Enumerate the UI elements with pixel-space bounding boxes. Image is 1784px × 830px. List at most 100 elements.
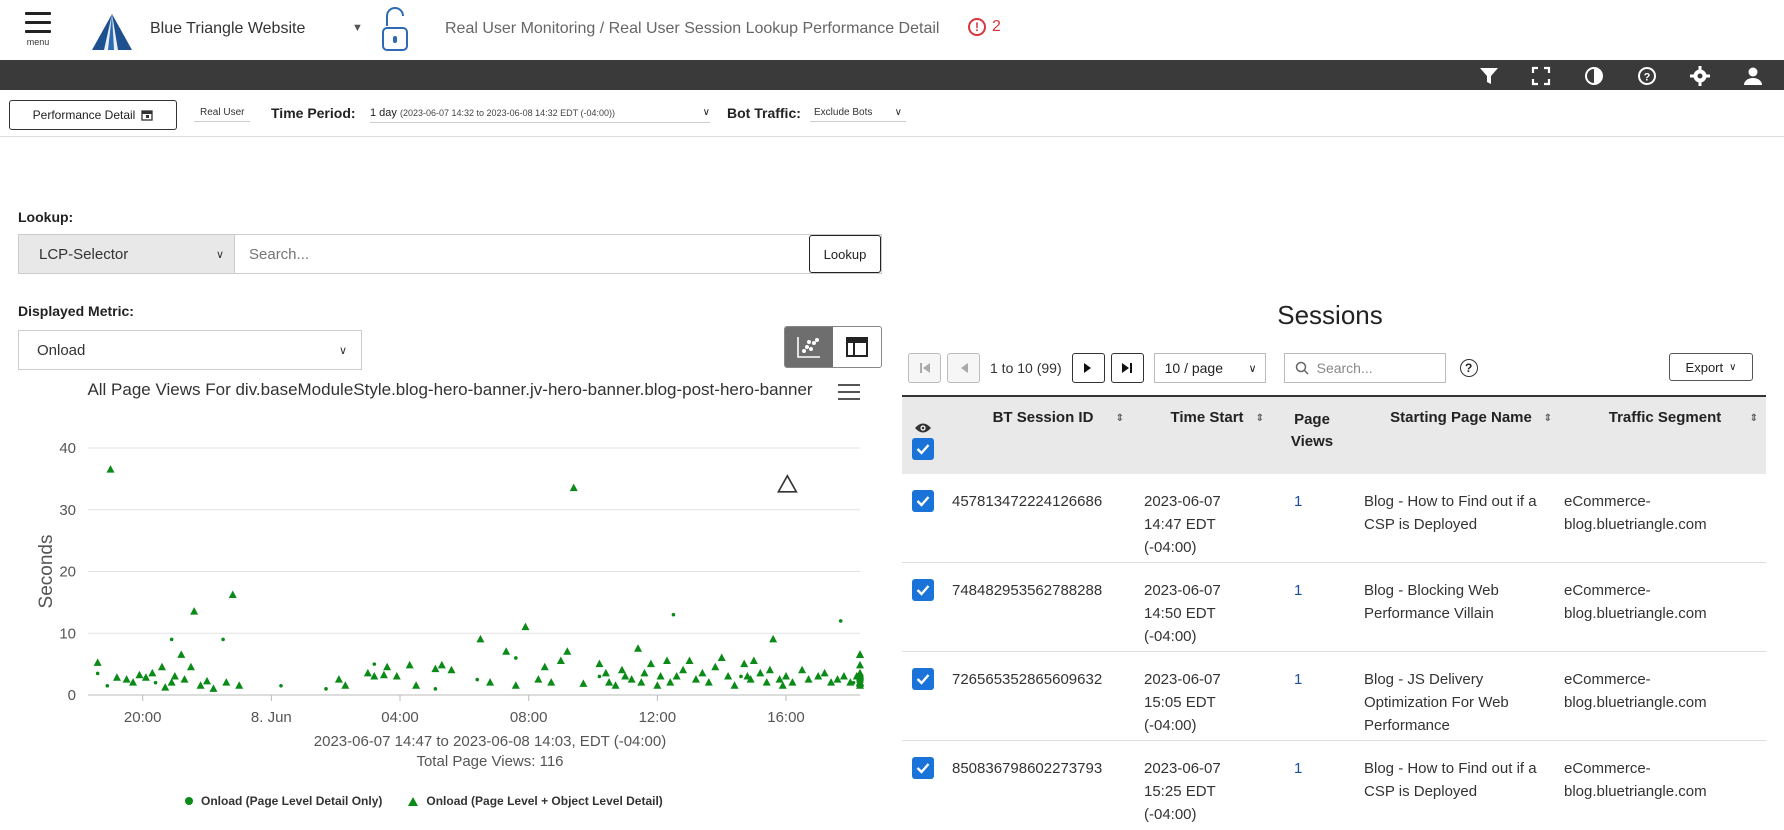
user-icon[interactable] <box>1742 65 1764 87</box>
lookup-type-select[interactable]: LCP-Selector ∨ <box>19 235 235 273</box>
data-point-triangle <box>653 681 662 689</box>
legend-label: Onload (Page Level Detail Only) <box>201 794 383 808</box>
session-id[interactable]: 457813472224126686 <box>944 474 1134 562</box>
data-point-circle <box>372 662 377 666</box>
data-point-triangle <box>663 656 671 665</box>
filter-icon[interactable] <box>1478 65 1500 87</box>
contrast-icon[interactable] <box>1583 65 1605 87</box>
column-header-starting-page[interactable]: Starting Page Name ⇕ <box>1348 397 1558 474</box>
data-point-triangle <box>196 681 205 689</box>
lookup-button[interactable]: Lookup <box>809 235 881 273</box>
sessions-search-input[interactable]: Search... <box>1283 353 1446 383</box>
eye-icon[interactable] <box>914 422 932 434</box>
data-point-triangle <box>177 650 186 658</box>
data-point-triangle <box>209 684 218 692</box>
column-label: BT Session ID <box>992 409 1094 426</box>
data-point-triangle <box>190 607 199 615</box>
table-row[interactable]: 748482953562788288 2023-06-07 14:50 EDT (-… <box>902 563 1766 652</box>
site-name[interactable]: Blue Triangle Website <box>150 20 305 38</box>
displayed-metric-select[interactable]: Onload ∨ <box>18 330 362 370</box>
lookup-row: LCP-Selector ∨ Lookup <box>18 234 882 274</box>
export-button[interactable]: Export ∨ <box>1669 353 1753 381</box>
time-start: 2023-06-07 15:05 EDT (-04:00) <box>1144 671 1221 734</box>
unlock-icon[interactable] <box>380 6 410 57</box>
column-header-time-start[interactable]: Time Start ⇕ <box>1134 397 1270 474</box>
column-label: Starting Page Name <box>1390 409 1532 426</box>
chevron-down-icon: ∨ <box>215 248 224 261</box>
page-views[interactable]: 1 <box>1270 652 1348 740</box>
page-size-value: 10 / page <box>1164 360 1223 376</box>
time-period-select[interactable]: 1 day (2023-06-07 14:32 to 2023-06-08 14… <box>370 107 710 123</box>
session-id[interactable]: 850836798602273793 <box>944 741 1134 830</box>
page-views[interactable]: 1 <box>1270 741 1348 830</box>
page-views[interactable]: 1 <box>1270 474 1348 562</box>
chevron-down-icon[interactable]: ▼ <box>352 22 363 34</box>
export-label: Export <box>1685 359 1724 375</box>
data-point-triangle <box>579 679 588 687</box>
scatter-chart: 0 10 20 30 40 20:00 8. Jun 04:00 08:00 12:00 16:00… <box>36 440 864 726</box>
real-user-select[interactable]: Real User <box>194 107 251 122</box>
last-page-icon <box>1122 363 1133 373</box>
legend-item-object-level[interactable]: Onload (Page Level + Object Level Detail… <box>408 794 663 808</box>
data-point-triangle <box>363 668 372 677</box>
breadcrumb: Real User Monitoring / Real User Session… <box>445 20 940 37</box>
table-row[interactable]: 726565352865609632 2023-06-07 15:05 EDT (-… <box>902 652 1766 741</box>
next-page-button[interactable] <box>1071 353 1105 383</box>
time-start: 2023-06-07 14:50 EDT (-04:00) <box>1144 582 1221 645</box>
lookup-type-value: LCP-Selector <box>39 245 129 263</box>
fullscreen-icon[interactable] <box>1530 65 1552 87</box>
bot-traffic-value: Exclude Bots <box>814 107 873 118</box>
session-id[interactable]: 726565352865609632 <box>944 652 1134 740</box>
time-period-value: 1 day <box>370 107 397 119</box>
page-views[interactable]: 1 <box>1270 563 1348 651</box>
blue-triangle-logo[interactable] <box>90 12 134 57</box>
row-checkbox[interactable] <box>912 490 934 512</box>
x-tick-label: 12:00 <box>639 709 677 726</box>
data-point-circle <box>169 637 174 642</box>
lookup-search-input[interactable] <box>235 235 809 273</box>
row-checkbox[interactable] <box>912 668 934 690</box>
data-point-triangle <box>412 681 421 689</box>
data-point-triangle <box>170 671 179 680</box>
help-icon[interactable]: ? <box>1636 65 1658 87</box>
row-checkbox[interactable] <box>912 757 934 779</box>
table-view-button[interactable] <box>833 327 881 367</box>
page-size-select[interactable]: 10 / page ∨ <box>1153 353 1266 383</box>
column-header-session-id[interactable]: BT Session ID ⇕ <box>944 397 1134 474</box>
select-all-checkbox[interactable] <box>912 437 934 460</box>
y-axis-label: Seconds <box>36 535 57 609</box>
table-row[interactable]: 850836798602273793 2023-06-07 15:25 EDT (-… <box>902 741 1766 830</box>
performance-detail-button[interactable]: Performance Detail <box>9 100 177 130</box>
column-header-page-views[interactable]: Page Views <box>1270 397 1348 474</box>
time-start: 2023-06-07 14:47 EDT (-04:00) <box>1144 493 1221 556</box>
first-page-button[interactable] <box>908 353 941 383</box>
alert-indicator[interactable]: ! 2 <box>968 18 1001 36</box>
data-point-triangle <box>798 665 807 674</box>
data-point-triangle <box>730 681 739 689</box>
x-tick-label: 08:00 <box>510 709 548 726</box>
chart-menu-icon[interactable] <box>838 384 860 405</box>
scatter-view-button[interactable] <box>785 327 833 367</box>
data-point-triangle <box>141 673 150 681</box>
menu-button[interactable]: menu <box>22 12 54 54</box>
data-point-circle <box>324 687 328 691</box>
help-icon[interactable]: ? <box>1459 359 1478 377</box>
data-point-triangle <box>135 670 144 679</box>
starting-page-name: Blog - Blocking Web Performance Villain <box>1364 582 1499 622</box>
row-checkbox[interactable] <box>912 579 934 601</box>
prev-page-button[interactable] <box>947 353 980 383</box>
data-point-circle <box>279 683 283 688</box>
last-page-button[interactable] <box>1110 353 1144 383</box>
column-header-traffic-segment[interactable]: Traffic Segment ⇕ <box>1558 397 1766 474</box>
bot-traffic-select[interactable]: Exclude Bots ∨ <box>810 107 906 122</box>
data-point-triangle <box>93 658 102 666</box>
table-row[interactable]: 457813472224126686 2023-06-07 14:47 EDT (-… <box>902 474 1766 563</box>
data-point-triangle <box>724 671 733 680</box>
data-point-triangle <box>203 676 212 685</box>
time-period-range: (2023-06-07 14:32 to 2023-06-08 14:32 ED… <box>399 108 615 118</box>
session-id[interactable]: 748482953562788288 <box>944 563 1134 651</box>
settings-icon[interactable] <box>1689 65 1711 87</box>
chevron-down-icon: ∨ <box>894 107 902 118</box>
chart-total-views: Total Page Views: 116 <box>416 753 564 770</box>
legend-item-page-level[interactable]: Onload (Page Level Detail Only) <box>185 794 382 808</box>
